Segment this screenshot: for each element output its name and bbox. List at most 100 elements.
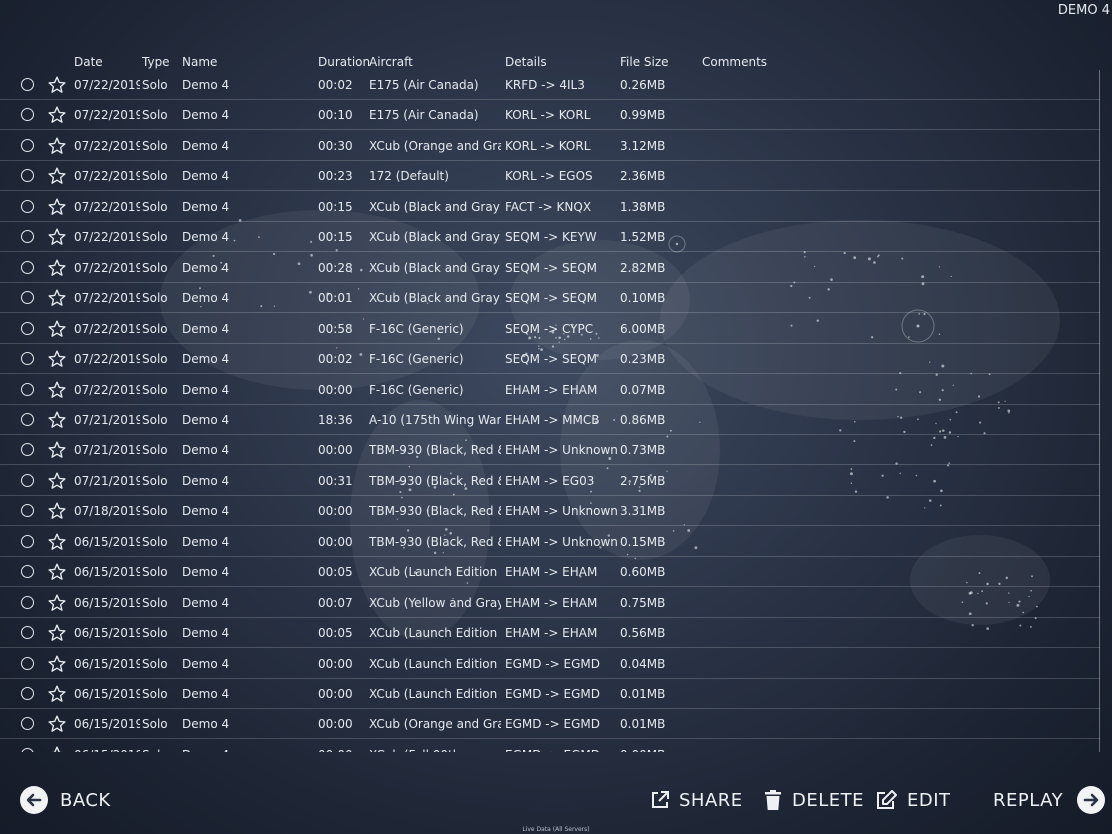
select-radio-icon[interactable] xyxy=(21,412,34,426)
header-details[interactable]: Details xyxy=(505,55,547,69)
table-row[interactable]: 07/22/2019 Solo Demo 4 00:00 F-16C (Generic)… xyxy=(0,375,1100,405)
favorite-star-icon[interactable] xyxy=(48,472,66,490)
favorite-star-icon[interactable] xyxy=(48,198,66,216)
favorite-star-icon[interactable] xyxy=(48,106,66,124)
favorite-star-icon[interactable] xyxy=(48,228,66,246)
table-row[interactable]: 06/15/2019 Solo Demo 4 00:05 XCub (Launch Ed… xyxy=(0,557,1100,588)
table-row[interactable]: 07/22/2019 Solo Demo 4 00:23 172 (Default) KO… xyxy=(0,161,1100,192)
select-radio-icon[interactable] xyxy=(21,230,34,244)
share-label: SHARE xyxy=(679,789,743,811)
header-date[interactable]: Date xyxy=(74,55,103,69)
header-comments[interactable]: Comments xyxy=(702,55,767,69)
favorite-star-icon[interactable] xyxy=(48,594,66,612)
cell-details: EHAM -> EG03 xyxy=(505,473,595,488)
favorite-star-icon[interactable] xyxy=(48,533,66,551)
cell-date: 07/22/2019 xyxy=(74,108,140,123)
select-radio-icon[interactable] xyxy=(21,687,34,700)
table-row[interactable]: 06/15/2019 Solo Demo 4 00:00 TBM-930 (Black,… xyxy=(0,527,1100,557)
favorite-star-icon[interactable] xyxy=(48,563,66,581)
cell-name: Demo 4 xyxy=(182,78,230,92)
select-radio-icon[interactable] xyxy=(21,656,34,670)
select-radio-icon[interactable] xyxy=(21,565,34,579)
back-button[interactable]: BACK xyxy=(20,780,111,820)
cell-aircraft: F-16C (Generic) xyxy=(369,321,464,336)
select-radio-icon[interactable] xyxy=(21,504,34,518)
favorite-star-icon[interactable] xyxy=(48,259,66,277)
select-radio-icon[interactable] xyxy=(21,138,34,152)
select-radio-icon[interactable] xyxy=(21,78,34,91)
favorite-star-icon[interactable] xyxy=(48,137,66,155)
cell-details: SEQM -> CYPC xyxy=(505,321,594,336)
table-row[interactable]: 07/22/2019 Solo Demo 4 00:30 XCub (Orange an… xyxy=(0,131,1100,161)
favorite-star-icon[interactable] xyxy=(48,502,66,520)
favorite-star-icon[interactable] xyxy=(48,441,66,459)
favorite-star-icon[interactable] xyxy=(48,167,66,185)
select-radio-icon[interactable] xyxy=(21,260,34,274)
favorite-star-icon[interactable] xyxy=(48,350,66,368)
cell-type: Solo xyxy=(142,169,168,184)
favorite-star-icon[interactable] xyxy=(48,411,66,429)
header-aircraft[interactable]: Aircraft xyxy=(369,55,413,69)
replay-button[interactable]: REPLAY xyxy=(993,780,1106,820)
select-radio-icon[interactable] xyxy=(21,352,34,366)
header-type[interactable]: Type xyxy=(142,55,170,69)
table-row[interactable]: 06/15/2019SoloDemo 4 00:00XCub (Full 00th… xyxy=(0,740,1100,752)
favorite-star-icon[interactable] xyxy=(48,289,66,307)
favorite-star-icon[interactable] xyxy=(48,715,66,733)
select-radio-icon[interactable] xyxy=(21,169,34,183)
cell-name: Demo 4 xyxy=(182,321,230,336)
table-row[interactable]: 06/15/2019 Solo Demo 4 00:05 XCub (Launch Ed… xyxy=(0,618,1100,649)
cell-duration: 00:00 xyxy=(318,656,353,671)
cell-duration: 00:02 xyxy=(318,352,353,367)
table-row[interactable]: 07/22/2019 Solo Demo 4 00:01 XCub (Black and… xyxy=(0,283,1100,314)
select-radio-icon[interactable] xyxy=(21,626,34,640)
table-row[interactable]: 07/22/2019 Solo Demo 4 00:58 F-16C (Generic)… xyxy=(0,314,1100,344)
table-row[interactable]: 07/21/2019 Solo Demo 4 00:00 TBM-930 (Black,… xyxy=(0,435,1100,466)
favorite-star-icon[interactable] xyxy=(48,381,66,399)
cell-details: EHAM -> EHAM xyxy=(505,626,598,641)
table-row[interactable]: 06/15/2019 Solo Demo 4 00:00 XCub (Orange an… xyxy=(0,709,1100,740)
select-radio-icon[interactable] xyxy=(21,321,34,335)
select-radio-icon[interactable] xyxy=(21,443,34,457)
select-radio-icon[interactable] xyxy=(21,382,34,396)
favorite-star-icon[interactable] xyxy=(48,76,66,94)
table-row[interactable]: 07/22/2019 Solo Demo 4 00:15 XCub (Black and… xyxy=(0,222,1100,253)
table-row[interactable]: 07/22/2019 Solo Demo 4 00:15 XCub (Black and… xyxy=(0,192,1100,222)
table-row[interactable]: 07/21/2019 Solo Demo 4 00:31 TBM-930 (Black,… xyxy=(0,466,1100,496)
select-radio-icon[interactable] xyxy=(21,747,34,752)
favorite-star-icon[interactable] xyxy=(48,746,66,752)
favorite-star-icon[interactable] xyxy=(48,655,66,673)
cell-name: Demo 4 xyxy=(182,565,230,580)
table-row[interactable]: 07/21/2019 Solo Demo 4 18:36 A-10 (175th Win… xyxy=(0,405,1100,435)
table-row[interactable]: 07/22/2019 Solo Demo 4 00:28 XCub (Black and… xyxy=(0,253,1100,283)
header-duration[interactable]: Duration xyxy=(318,55,370,69)
scrollbar[interactable] xyxy=(1099,70,1100,752)
header-name[interactable]: Name xyxy=(182,55,217,69)
favorite-star-icon[interactable] xyxy=(48,624,66,642)
table-row[interactable]: 06/15/2019 Solo Demo 4 00:07 XCub (Yellow an… xyxy=(0,588,1100,618)
cell-date: 07/22/2019 xyxy=(74,382,140,397)
replay-list[interactable]: 07/22/2019 Solo Demo 4 00:02 E175 (Air Canad… xyxy=(0,70,1100,752)
select-radio-icon[interactable] xyxy=(21,291,34,305)
cell-details: EGMD -> EGMD xyxy=(505,748,617,752)
cell-file-size: 0.56MB xyxy=(620,626,666,641)
table-row[interactable]: 07/22/2019 Solo Demo 4 00:02 E175 (Air Canad… xyxy=(0,70,1100,100)
select-radio-icon[interactable] xyxy=(21,199,34,213)
table-row[interactable]: 07/22/2019 Solo Demo 4 00:02 F-16C (Generic)… xyxy=(0,344,1100,375)
favorite-star-icon[interactable] xyxy=(48,685,66,703)
header-file-size[interactable]: File Size xyxy=(620,55,669,69)
select-radio-icon[interactable] xyxy=(21,717,34,731)
select-radio-icon[interactable] xyxy=(21,534,34,548)
table-row[interactable]: 06/15/2019 Solo Demo 4 00:00 XCub (Launch Ed… xyxy=(0,649,1100,679)
cell-duration: 00:58 xyxy=(318,321,353,336)
delete-button[interactable]: DELETE xyxy=(764,780,864,820)
favorite-star-icon[interactable] xyxy=(48,320,66,338)
table-row[interactable]: 06/15/2019 Solo Demo 4 00:00 XCub (Launch Ed… xyxy=(0,679,1100,709)
table-row[interactable]: 07/22/2019 Solo Demo 4 00:10 E175 (Air Canad… xyxy=(0,100,1100,131)
share-button[interactable]: SHARE xyxy=(650,780,743,820)
table-row[interactable]: 07/18/2019 Solo Demo 4 00:00 TBM-930 (Black,… xyxy=(0,496,1100,527)
select-radio-icon[interactable] xyxy=(21,108,34,122)
select-radio-icon[interactable] xyxy=(21,473,34,487)
select-radio-icon[interactable] xyxy=(21,595,34,609)
edit-button[interactable]: EDIT xyxy=(876,780,951,820)
